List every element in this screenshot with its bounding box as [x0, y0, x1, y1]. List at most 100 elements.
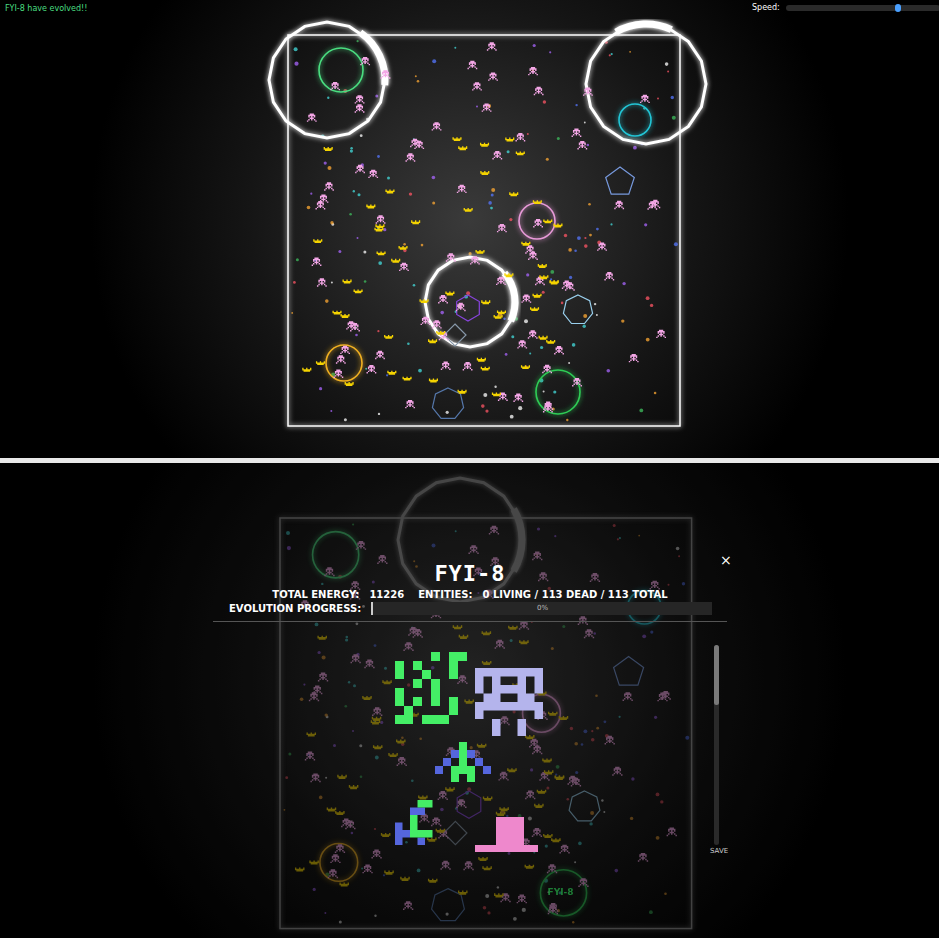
skull-creature	[577, 141, 587, 149]
skull-creature	[562, 281, 572, 289]
food-dot	[566, 419, 568, 421]
food-dot	[418, 369, 422, 373]
food-dot	[594, 303, 596, 305]
skull-creature	[482, 103, 492, 111]
food-dot	[610, 223, 612, 225]
crown-creature	[324, 147, 333, 151]
food-dot	[350, 150, 353, 153]
skull-creature	[572, 378, 582, 386]
crown-creature	[385, 190, 394, 194]
skull-creature	[421, 317, 431, 325]
crown-creature	[475, 250, 484, 254]
obstacle-polygon	[457, 295, 480, 321]
creature-body	[475, 817, 538, 852]
skull-creature	[521, 294, 531, 302]
crown-creature	[403, 377, 412, 381]
stats-row: TOTAL ENERGY: 11226 ENTITIES: 0 LIVING /…	[272, 588, 667, 601]
skull-creature	[405, 153, 415, 161]
food-dot	[526, 273, 529, 276]
close-button[interactable]: ×	[719, 552, 733, 568]
save-button[interactable]: SAVE	[708, 847, 730, 856]
crown-creature	[302, 368, 311, 372]
crown-creature	[436, 331, 445, 335]
skull-creature	[432, 320, 442, 328]
skull-creature	[629, 354, 639, 362]
food-dot	[307, 206, 311, 210]
modal-header: FYI-8 TOTAL ENERGY: 11226 ENTITIES: 0 LI…	[213, 561, 727, 622]
food-dot	[383, 228, 386, 231]
crown-creature	[505, 138, 514, 142]
creature-card[interactable]	[475, 817, 538, 852]
food-dot	[507, 150, 510, 153]
crown-creature	[445, 292, 454, 296]
skull-creature	[368, 170, 378, 178]
food-dot	[674, 242, 678, 246]
food-dot	[490, 207, 493, 210]
food-dot	[589, 234, 592, 237]
progress-reading: 0%	[537, 604, 548, 613]
food-dot	[569, 276, 572, 279]
food-dot	[575, 104, 577, 106]
food-dot	[377, 330, 379, 332]
food-dot	[546, 158, 549, 161]
creature-card[interactable]	[395, 800, 433, 845]
skull-creature	[355, 104, 365, 112]
arena-border	[288, 35, 680, 426]
crown-creature	[391, 259, 400, 263]
skull-creature	[381, 70, 391, 78]
bottom-view: FYI-8 × FYI-8 TOTAL ENERGY: 11226 ENTITI…	[0, 463, 939, 938]
skull-creature	[315, 201, 325, 209]
skull-creature	[414, 141, 424, 149]
crown-creature	[411, 220, 420, 224]
crown-creature	[481, 300, 490, 304]
creature-gallery	[0, 463, 939, 938]
food-dot	[310, 193, 312, 195]
food-dot	[328, 166, 332, 170]
skull-creature	[350, 323, 360, 331]
crown-creature	[492, 392, 501, 396]
food-dot	[633, 146, 637, 150]
crown-creature	[429, 379, 438, 383]
creature-card[interactable]	[435, 742, 491, 782]
skull-creature	[517, 340, 527, 348]
food-dot	[596, 314, 598, 316]
skull-creature	[572, 129, 582, 137]
gallery-scrollbar[interactable]	[714, 645, 719, 845]
creature-accent	[410, 800, 433, 838]
food-dot	[387, 177, 390, 180]
food-dot	[654, 392, 657, 395]
skull-creature	[355, 165, 365, 173]
crown-creature	[316, 361, 325, 365]
food-dot	[533, 44, 536, 47]
creature-accent	[451, 742, 475, 782]
zone-ring	[425, 257, 515, 347]
food-dot	[469, 252, 472, 255]
skull-creature	[463, 362, 473, 370]
creature-art	[0, 463, 939, 938]
food-dot	[609, 54, 611, 56]
food-dot	[588, 203, 591, 206]
creature-card[interactable]	[395, 652, 467, 724]
crown-creature	[504, 273, 513, 277]
skull-creature	[647, 201, 657, 209]
creature-card[interactable]	[475, 668, 543, 736]
food-dot	[454, 47, 456, 49]
scroll-thumb[interactable]	[714, 645, 719, 705]
speed-track[interactable]	[786, 5, 939, 11]
crown-creature	[539, 336, 548, 340]
creature-body	[395, 652, 467, 724]
food-dot	[325, 299, 329, 303]
food-dot	[293, 281, 296, 284]
skull-creature	[367, 365, 377, 373]
crown-creature	[458, 390, 467, 394]
obstacle-polygon	[444, 324, 466, 346]
skull-creature	[317, 278, 327, 286]
food-dot	[440, 311, 444, 315]
food-dot	[510, 415, 514, 419]
crown-creature	[521, 365, 530, 369]
crown-creature	[530, 307, 539, 311]
skull-creature	[375, 351, 385, 359]
speed-control: Speed:	[752, 3, 939, 13]
speed-thumb[interactable]	[895, 4, 901, 12]
food-dot	[409, 192, 412, 195]
